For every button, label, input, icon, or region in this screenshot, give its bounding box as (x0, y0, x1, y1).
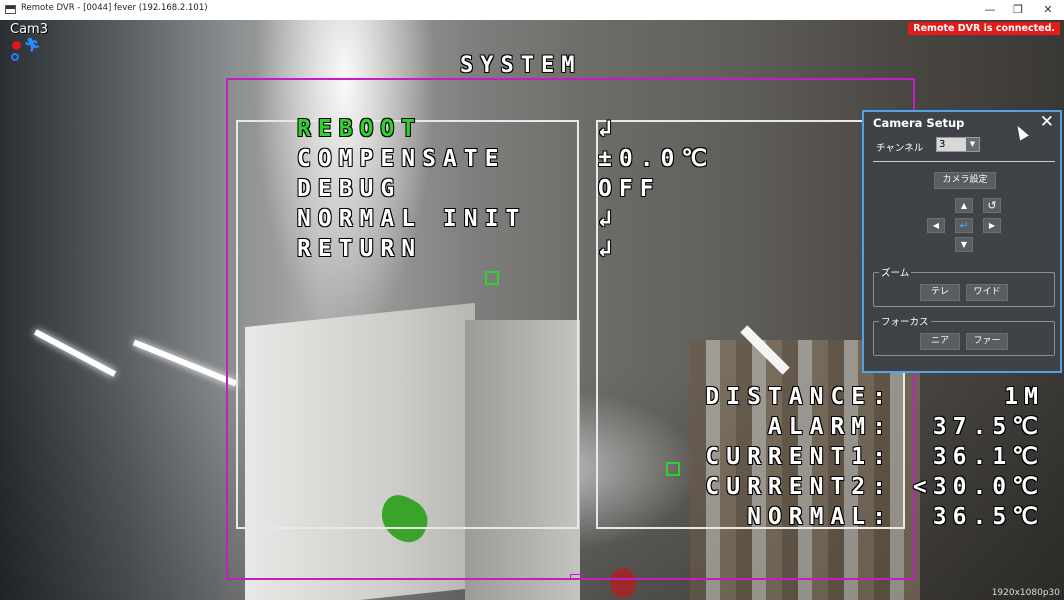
camera-setup-panel: Camera Setup ✕ チャンネル 3 ▼ カメラ設定 ▲ ↺ ◀ ↵ ▶… (862, 110, 1062, 373)
reading-label-alarm: ALARM: (767, 414, 893, 440)
close-button[interactable]: ✕ (1033, 0, 1063, 20)
osd-menu-item-reboot[interactable]: REBOOT (297, 114, 422, 144)
panel-close-icon[interactable]: ✕ (1040, 112, 1054, 132)
osd-value-return: ↲ (598, 236, 619, 262)
channel-label: チャンネル (876, 143, 924, 154)
resolution-label: 1920x1080p30 (991, 588, 1060, 598)
window-title: Remote DVR - [0044] fever (192.168.2.101… (21, 3, 208, 13)
reading-value-current2: <30.0℃ (912, 474, 1044, 500)
chevron-down-icon[interactable]: ▼ (966, 138, 979, 151)
osd-menu-item-debug[interactable]: DEBUG (297, 174, 401, 204)
zoom-icon (11, 53, 19, 61)
restore-button[interactable]: ❐ (1003, 0, 1033, 20)
reading-label-current2: CURRENT2: (705, 474, 893, 500)
osd-value-normal-init: ↲ (598, 206, 619, 232)
window-title-bar: Remote DVR - [0044] fever (192.168.2.101… (0, 0, 1064, 20)
zoom-tele-button[interactable]: テレ (920, 284, 960, 301)
ceiling-light (33, 329, 117, 377)
ptz-rotate-button[interactable]: ↺ (983, 198, 1001, 213)
record-icon (12, 41, 21, 50)
reading-label-current1: CURRENT1: (705, 444, 893, 470)
focus-far-button[interactable]: ファー (966, 333, 1008, 350)
osd-value-debug: OFF (598, 176, 661, 202)
detection-marker (666, 462, 680, 476)
motion-runner-icon: 🏃︎ (24, 38, 41, 53)
osd-menu-item-compensate[interactable]: COMPENSATE (297, 144, 505, 174)
channel-value: 3 (939, 139, 946, 150)
osd-menu-item-normal-init[interactable]: NORMAL INIT (297, 204, 526, 234)
zoom-wide-button[interactable]: ワイド (966, 284, 1008, 301)
focus-group: フォーカス ニア ファー (873, 314, 1055, 356)
reading-value-alarm: 37.5℃ (932, 414, 1044, 440)
ceiling-light (132, 339, 238, 387)
ptz-enter-button[interactable]: ↵ (955, 218, 973, 233)
panel-title: Camera Setup (873, 116, 965, 130)
osd-menu-item-return[interactable]: RETURN (297, 234, 422, 264)
reading-label-distance: DISTANCE: (705, 384, 893, 410)
app-icon (5, 5, 16, 14)
connection-status-banner: Remote DVR is connected. (908, 22, 1060, 35)
camera-label: Cam3 (10, 22, 48, 37)
panel-divider (873, 161, 1055, 162)
reading-value-normal: 36.5℃ (932, 504, 1044, 530)
osd-heading: SYSTEM (460, 53, 582, 78)
zoom-group-label: ズーム (879, 265, 912, 279)
reading-value-distance: 1M (1004, 384, 1044, 410)
frame-tab (570, 574, 582, 580)
reading-value-current1: 36.1℃ (932, 444, 1044, 470)
ptz-down-button[interactable]: ▼ (955, 237, 973, 252)
osd-value-reboot: ↲ (598, 116, 619, 142)
camera-settings-button[interactable]: カメラ設定 (934, 172, 996, 189)
zoom-group: ズーム テレ ワイド (873, 265, 1055, 307)
channel-select[interactable]: 3 ▼ (936, 137, 980, 152)
detection-marker (485, 271, 499, 285)
focus-group-label: フォーカス (879, 314, 931, 328)
reading-label-normal: NORMAL: (747, 504, 893, 530)
ptz-left-button[interactable]: ◀ (927, 218, 945, 233)
osd-value-compensate: ±0.0℃ (598, 146, 715, 172)
ptz-right-button[interactable]: ▶ (983, 218, 1001, 233)
focus-near-button[interactable]: ニア (920, 333, 960, 350)
osd-menu-box (236, 120, 579, 529)
minimize-button[interactable]: — (975, 0, 1005, 20)
ptz-up-button[interactable]: ▲ (955, 198, 973, 213)
